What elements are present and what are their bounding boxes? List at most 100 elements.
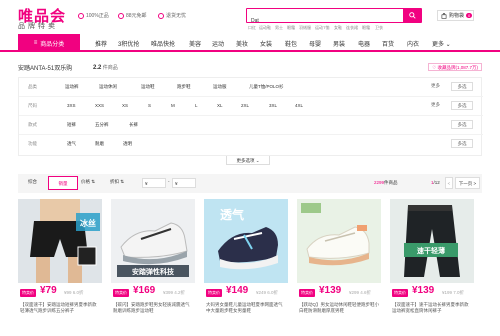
filter-multi-select[interactable]: 多选 — [451, 82, 473, 91]
sort-discount[interactable]: 折扣 ⇅ — [110, 179, 124, 185]
nav-item[interactable]: 美妆 — [236, 39, 248, 48]
price-tag: 特卖价 — [20, 289, 36, 297]
nav-item[interactable]: 鞋包 — [285, 39, 297, 48]
filter-option[interactable]: 运动裤 — [65, 84, 79, 90]
filter-option[interactable]: 耐磨 — [95, 141, 104, 147]
product-price: ¥139 — [412, 285, 435, 296]
filter-option[interactable]: XXS — [95, 103, 104, 108]
product-badge-text: 安踏弹性科技 — [132, 267, 175, 276]
cart-label: 购物袋 — [449, 13, 465, 19]
filter-multi-select[interactable]: 多选 — [451, 120, 473, 129]
logo-subtitle: 品牌特卖 — [18, 23, 58, 30]
hot-word[interactable]: 卫衣 — [375, 25, 383, 31]
product-card[interactable]: 安踏弹性科技 特卖价 ¥169 ¥399 4.2折 【碳闪】安踏跑步鞋男女轻质减… — [111, 199, 195, 336]
nav-item[interactable]: 运动 — [212, 39, 224, 48]
favorite-brand-button[interactable]: ♡ 收藏品牌(1,087.7万) — [428, 63, 482, 71]
prev-page-button[interactable]: < — [445, 177, 453, 189]
product-title[interactable]: 【双面速干】速干运动长裤男夏季新款运动裤宽松直筒休闲裤子 — [392, 302, 472, 314]
nav-item[interactable]: 百货 — [382, 39, 394, 48]
filter-option[interactable]: 运动服 — [213, 84, 227, 90]
hot-word[interactable]: 眼霜 — [362, 25, 370, 31]
filter-option[interactable]: 2XL — [241, 103, 249, 108]
filter-option[interactable]: 透气 — [67, 141, 76, 147]
nav-item[interactable]: 男装 — [333, 39, 345, 48]
filter-option[interactable]: 3XL — [269, 103, 277, 108]
promise-genuine: 100%正品 — [78, 12, 109, 19]
price-max-input[interactable]: ¥ — [172, 178, 196, 188]
price-separator: - — [168, 179, 170, 184]
hot-word[interactable]: 口红 — [248, 25, 256, 31]
sort-default[interactable]: 综合 — [28, 179, 37, 185]
item-count: 2.2 件商品 — [93, 65, 118, 71]
category-menu-button[interactable]: ≡ 商品分类 — [18, 34, 80, 52]
sort-sales[interactable]: 销量 — [48, 176, 78, 190]
nav-item[interactable]: 母婴 — [309, 39, 321, 48]
nav-item[interactable]: 内衣 — [407, 39, 419, 48]
nav-item[interactable]: 女装 — [260, 39, 272, 48]
filter-option[interactable]: 运动鞋 — [141, 84, 155, 90]
product-original-price: ¥99 6.0折 — [64, 290, 84, 295]
product-image[interactable]: 安踏弹性科技 — [111, 199, 195, 283]
next-page-button[interactable]: 下一页 > — [455, 177, 480, 189]
price-min-input[interactable]: ¥ — [142, 178, 166, 188]
search-icon — [408, 12, 416, 19]
product-card[interactable]: 冰丝 特卖价 ¥79 ¥99 6.0折 【双面速干】安踏运动短裤男夏季新款轻薄透… — [18, 199, 102, 336]
top-header: 唯品会 品牌特卖 100%正品 88元免邮 退货无忧 口红 运动鞋 男士 眼霜 … — [0, 0, 500, 34]
nav-item[interactable]: 美容 — [189, 39, 201, 48]
hot-word[interactable]: 羽绒服 — [299, 25, 311, 31]
nav-more[interactable]: 更多 ⌄ — [432, 39, 451, 48]
check-icon — [78, 12, 84, 19]
filter-option[interactable]: 3XS — [67, 103, 76, 108]
filter-option[interactable]: 短裤 — [67, 122, 76, 128]
brand-header: 安踏ANTA-51双乐购 2.2 件商品 ♡ 收藏品牌(1,087.7万) — [18, 62, 482, 74]
filter-option[interactable]: 五分裤 — [95, 122, 109, 128]
filter-option[interactable]: M — [171, 103, 175, 108]
product-badge-text: 冰丝 — [80, 218, 96, 228]
hot-word[interactable]: 运动T恤 — [315, 25, 329, 31]
product-title[interactable]: 【双面速干】安踏运动短裤男夏季新款轻薄透气跑步训练五分裤子 — [20, 302, 100, 314]
hot-word[interactable]: 运动鞋 — [259, 25, 271, 31]
product-title[interactable]: 【跃动Q】男女运动休闲鞋轻便跑步鞋小白鞋防滑耐磨厚底男鞋 — [299, 302, 379, 314]
hot-word[interactable]: 女鞋 — [334, 25, 342, 31]
filter-multi-select[interactable]: 多选 — [451, 139, 473, 148]
hot-word[interactable]: 连衣裙 — [346, 25, 358, 31]
price-tag: 特卖价 — [113, 289, 129, 297]
filter-option[interactable]: 长裤 — [129, 122, 138, 128]
filter-more[interactable]: 更多 — [431, 83, 440, 89]
filter-option[interactable]: XL — [217, 103, 223, 108]
filter-option[interactable]: L — [195, 103, 198, 108]
nav-item[interactable]: 3积优抢 — [118, 39, 139, 48]
filter-option[interactable]: 4XL — [295, 103, 303, 108]
product-title[interactable]: 【碳闪】安踏跑步鞋男女轻质减震透气耐磨训练跑步运动鞋 — [113, 302, 193, 314]
filter-option[interactable]: S — [148, 103, 151, 108]
filter-option[interactable]: 透明 — [123, 141, 132, 147]
product-image[interactable]: 速干轻薄 — [390, 199, 474, 283]
product-image[interactable]: 透气 — [204, 199, 288, 283]
cart-count-badge: 0 — [466, 13, 473, 18]
hot-word[interactable]: 眼霜 — [287, 25, 295, 31]
filter-multi-select[interactable]: 多选 — [451, 101, 473, 110]
nav-item[interactable]: 推荐 — [95, 39, 107, 48]
search-button[interactable] — [403, 9, 421, 22]
product-original-price: ¥249 6.0折 — [256, 290, 279, 295]
product-image[interactable] — [297, 199, 381, 283]
cart-button[interactable]: 购物袋 0 — [437, 10, 474, 21]
nav-item[interactable]: 电器 — [358, 39, 370, 48]
filter-option[interactable]: 儿童T恤/POLO衫 — [249, 84, 284, 90]
filter-option[interactable]: 跑步鞋 — [177, 84, 191, 90]
product-card[interactable]: 透气 特卖价 ¥149 ¥249 6.0折 大码男女童鞋儿童运动鞋夏季网面透气中… — [204, 199, 288, 336]
show-more-options-button[interactable]: 更多选项 ⌄ — [226, 156, 270, 165]
filter-more[interactable]: 更多 — [431, 102, 440, 108]
product-card[interactable]: 特卖价 ¥139 ¥299 4.6折 【跃动Q】男女运动休闲鞋轻便跑步鞋小白鞋防… — [297, 199, 381, 336]
product-card[interactable]: 速干轻薄 特卖价 ¥139 ¥199 7.0折 【双面速干】速干运动长裤男夏季新… — [390, 199, 474, 336]
product-title[interactable]: 大码男女童鞋儿童运动鞋夏季网面透气中大童跑步鞋女男童鞋 — [206, 302, 286, 314]
filter-option[interactable]: 运动休闲 — [99, 84, 117, 90]
bag-icon — [441, 12, 447, 19]
sort-price[interactable]: 价格 ⇅ — [81, 179, 95, 185]
filter-option[interactable]: XS — [122, 103, 128, 108]
hot-word[interactable]: 男士 — [275, 25, 283, 31]
chevron-down-icon: ⌄ — [254, 158, 260, 163]
nav-item[interactable]: 唯品快抢 — [151, 39, 175, 48]
filter-panel: 品类 运动裤 运动休闲 运动鞋 跑步鞋 运动服 儿童T恤/POLO衫 更多 多选… — [18, 77, 483, 156]
product-image[interactable]: 冰丝 — [18, 199, 102, 283]
